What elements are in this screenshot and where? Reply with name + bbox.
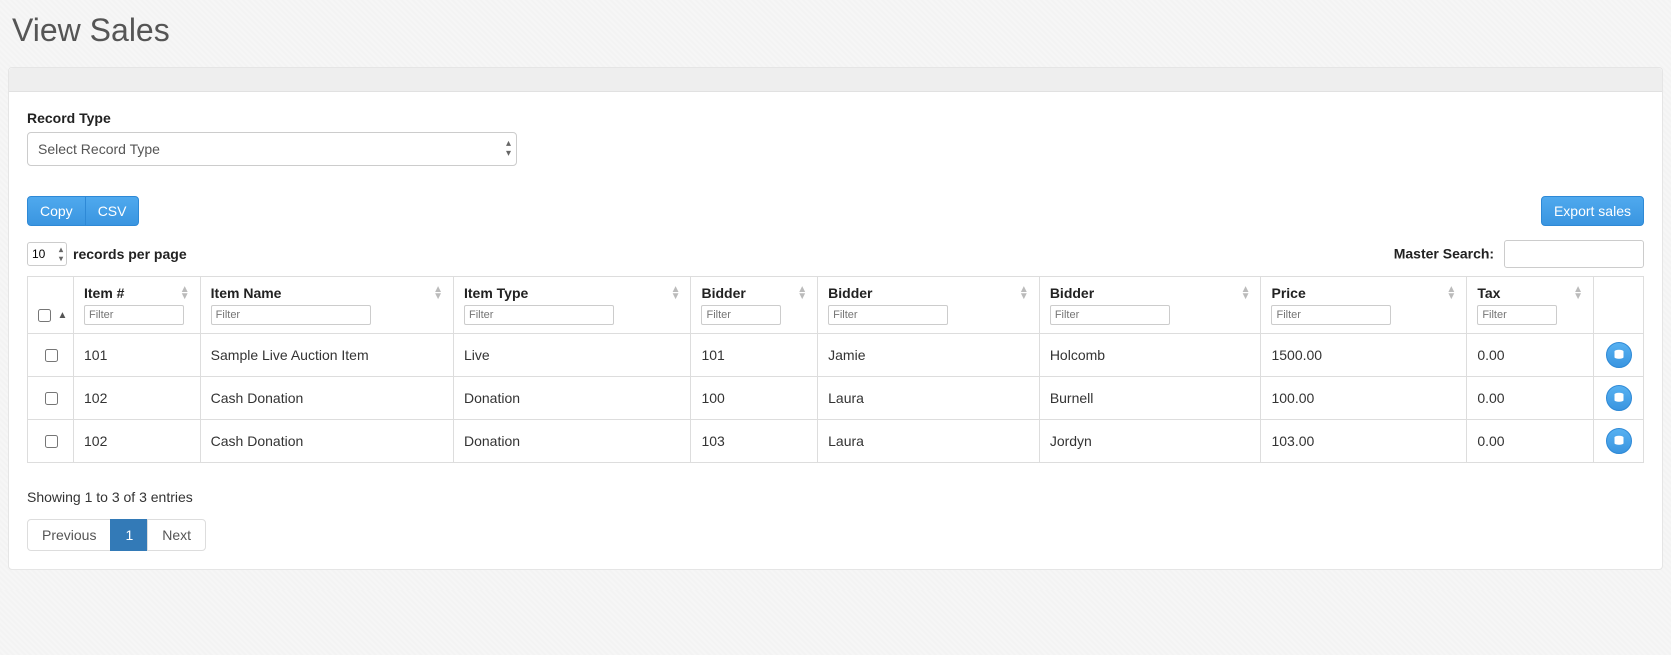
- table-info-text: Showing 1 to 3 of 3 entries: [27, 489, 1644, 505]
- cell-bidder-last: Holcomb: [1039, 334, 1261, 377]
- sort-icon[interactable]: ▲▼: [1573, 286, 1583, 300]
- cell-bidder-last: Burnell: [1039, 377, 1261, 420]
- cell-bidder-first: Laura: [818, 420, 1040, 463]
- cell-bidder-num: 101: [691, 334, 818, 377]
- filter-bidder-first[interactable]: [828, 305, 948, 325]
- pagination-previous[interactable]: Previous: [27, 519, 111, 551]
- sort-icon[interactable]: ▲▼: [1241, 286, 1251, 300]
- cell-item-num: 102: [74, 377, 201, 420]
- col-header-bidder-first[interactable]: Bidder: [828, 285, 872, 301]
- filter-price[interactable]: [1271, 305, 1391, 325]
- col-header-bidder-num[interactable]: Bidder: [701, 285, 745, 301]
- cell-bidder-first: Jamie: [818, 334, 1040, 377]
- cell-item-num: 102: [74, 420, 201, 463]
- export-sales-button[interactable]: Export sales: [1541, 196, 1644, 226]
- table-row: 102 Cash Donation Donation 100 Laura Bur…: [28, 377, 1644, 420]
- records-per-page-label: records per page: [73, 246, 187, 262]
- row-checkbox[interactable]: [45, 392, 58, 405]
- sort-icon[interactable]: ▲▼: [797, 286, 807, 300]
- col-header-bidder-last[interactable]: Bidder: [1050, 285, 1094, 301]
- cell-price: 1500.00: [1261, 334, 1467, 377]
- table-row: 102 Cash Donation Donation 103 Laura Jor…: [28, 420, 1644, 463]
- copy-button[interactable]: Copy: [27, 196, 86, 226]
- sort-icon[interactable]: ▲▼: [1446, 286, 1456, 300]
- csv-button[interactable]: CSV: [85, 196, 140, 226]
- col-header-tax[interactable]: Tax: [1477, 285, 1500, 301]
- database-icon: [1613, 392, 1625, 404]
- filter-bidder-num[interactable]: [701, 305, 781, 325]
- row-checkbox[interactable]: [45, 349, 58, 362]
- pagination-next[interactable]: Next: [147, 519, 206, 551]
- cell-tax: 0.00: [1467, 420, 1594, 463]
- select-all-checkbox[interactable]: [38, 309, 51, 322]
- panel-headbar: [9, 68, 1662, 92]
- row-checkbox[interactable]: [45, 435, 58, 448]
- master-search-label: Master Search:: [1394, 246, 1494, 262]
- pagination: Previous 1 Next: [27, 519, 1644, 551]
- master-search-input[interactable]: [1504, 240, 1644, 268]
- cell-item-type: Donation: [453, 420, 691, 463]
- record-type-label: Record Type: [27, 110, 1644, 126]
- table-row: 101 Sample Live Auction Item Live 101 Ja…: [28, 334, 1644, 377]
- sort-icon[interactable]: ▲▼: [671, 286, 681, 300]
- cell-item-num: 101: [74, 334, 201, 377]
- pagination-page-1[interactable]: 1: [110, 519, 148, 551]
- database-icon: [1613, 349, 1625, 361]
- col-header-price[interactable]: Price: [1271, 285, 1305, 301]
- filter-tax[interactable]: [1477, 305, 1557, 325]
- cell-item-name: Sample Live Auction Item: [200, 334, 453, 377]
- sort-icon[interactable]: ▲▼: [1019, 286, 1029, 300]
- cell-price: 100.00: [1261, 377, 1467, 420]
- cell-bidder-num: 103: [691, 420, 818, 463]
- cell-item-type: Donation: [453, 377, 691, 420]
- filter-item-type[interactable]: [464, 305, 614, 325]
- cell-bidder-num: 100: [691, 377, 818, 420]
- page-title: View Sales: [12, 12, 1663, 49]
- sales-panel: Record Type Select Record Type ▴▾ Copy C…: [8, 67, 1663, 570]
- cell-item-name: Cash Donation: [200, 420, 453, 463]
- cell-tax: 0.00: [1467, 377, 1594, 420]
- cell-item-name: Cash Donation: [200, 377, 453, 420]
- sort-icon[interactable]: ▲▼: [180, 286, 190, 300]
- sort-icon[interactable]: ▲: [58, 312, 68, 319]
- sales-table: ▲ Item # ▲▼: [27, 276, 1644, 463]
- row-action-button[interactable]: [1606, 428, 1632, 454]
- col-header-item-name[interactable]: Item Name: [211, 285, 282, 301]
- cell-bidder-last: Jordyn: [1039, 420, 1261, 463]
- cell-bidder-first: Laura: [818, 377, 1040, 420]
- col-header-item-num[interactable]: Item #: [84, 285, 124, 301]
- col-header-item-type[interactable]: Item Type: [464, 285, 528, 301]
- cell-price: 103.00: [1261, 420, 1467, 463]
- filter-item-num[interactable]: [84, 305, 184, 325]
- cell-item-type: Live: [453, 334, 691, 377]
- record-type-select[interactable]: Select Record Type: [27, 132, 517, 166]
- export-button-group: Copy CSV: [27, 196, 139, 226]
- row-action-button[interactable]: [1606, 342, 1632, 368]
- row-action-button[interactable]: [1606, 385, 1632, 411]
- filter-bidder-last[interactable]: [1050, 305, 1170, 325]
- sort-icon[interactable]: ▲▼: [433, 286, 443, 300]
- page-length-select[interactable]: 10: [27, 242, 67, 266]
- filter-item-name[interactable]: [211, 305, 371, 325]
- database-icon: [1613, 435, 1625, 447]
- cell-tax: 0.00: [1467, 334, 1594, 377]
